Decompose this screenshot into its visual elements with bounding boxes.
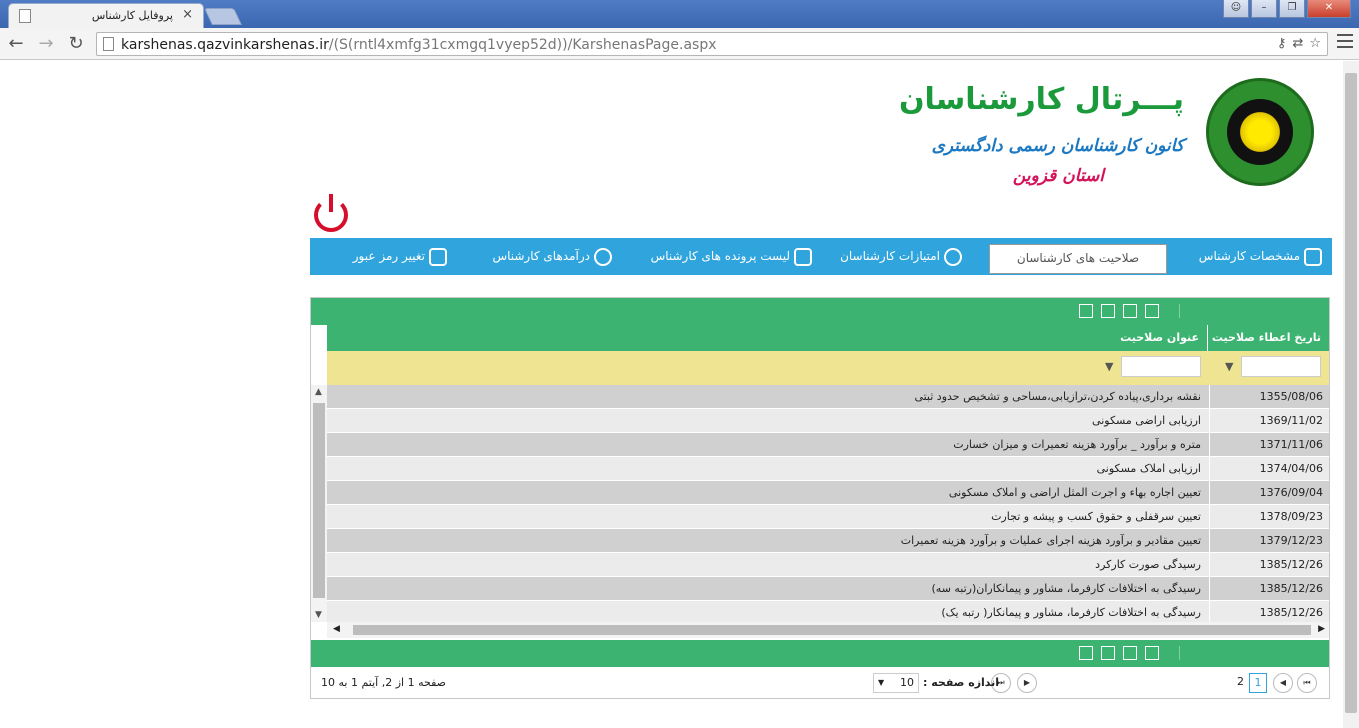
page-size-select[interactable]: ▼ 10: [873, 673, 919, 693]
grid-toolbar: [311, 298, 1329, 325]
page-favicon-icon: [19, 9, 31, 23]
filter-date-input[interactable]: [1241, 356, 1321, 377]
table-row[interactable]: 1385/12/26 رسیدگی به اختلافات کارفرما، مش…: [327, 601, 1329, 622]
filter-title-icon[interactable]: ▼: [1105, 360, 1117, 373]
user-icon[interactable]: ☺: [1223, 0, 1249, 18]
export-csv-icon[interactable]: [1101, 646, 1115, 660]
table-row[interactable]: 1355/08/06 نقشه برداری،پیاده کردن،ترازیاب…: [327, 385, 1329, 409]
grid-filter-row: ▼ ▼: [327, 351, 1329, 385]
browser-tab[interactable]: پروفایل کارشناس ×: [8, 3, 204, 28]
restore-icon[interactable]: ❐: [1279, 0, 1305, 18]
money-hand-icon: [594, 247, 612, 266]
toolbar-separator: [1179, 646, 1180, 660]
user-group-icon: [1304, 247, 1322, 266]
portal-subtitle: کانون کارشناسان رسمی دادگستری: [931, 136, 1184, 156]
next-page-icon[interactable]: ▶: [1017, 673, 1037, 693]
minimize-icon[interactable]: –: [1251, 0, 1277, 18]
tab-title: پروفایل کارشناس: [91, 9, 173, 22]
url-text: karshenas.qazvinkarshenas.ir/(S(rntl4xmf…: [121, 37, 717, 53]
new-tab-button[interactable]: [204, 8, 242, 25]
scroll-right-icon[interactable]: ▶: [1318, 624, 1325, 634]
scroll-left-icon[interactable]: ◀: [333, 624, 340, 634]
table-row[interactable]: 1369/11/02 ارزیابی اراضی مسکونی: [327, 409, 1329, 433]
export-pdf-icon[interactable]: [1123, 304, 1137, 318]
filter-title-input[interactable]: [1121, 356, 1201, 377]
export-pdf-icon[interactable]: [1123, 646, 1137, 660]
menu-item-qualifications[interactable]: صلاحیت های کارشناسان: [989, 244, 1167, 274]
menu-item-profile[interactable]: مشخصات کارشناس: [1199, 238, 1322, 275]
back-arrow-icon[interactable]: ←: [4, 32, 28, 56]
scroll-down-icon[interactable]: ▼: [315, 610, 322, 620]
reload-icon[interactable]: ↻: [64, 32, 88, 56]
grid-body: 1355/08/06 نقشه برداری،پیاده کردن،ترازیاب…: [327, 385, 1329, 622]
page-number-2[interactable]: 2: [1237, 675, 1244, 688]
export-word-icon[interactable]: [1079, 646, 1093, 660]
grid-pager: ⏮ ◀ 1 2 ▶ ⏭ اندازه صفحه : ▼ 10 صفحه 1 از …: [311, 667, 1329, 698]
table-row[interactable]: 1374/04/06 ارزیابی املاک مسکونی: [327, 457, 1329, 481]
column-header-title[interactable]: عنوان صلاحیت: [327, 325, 1207, 351]
prev-page-icon[interactable]: ◀: [1273, 673, 1293, 693]
key-icon[interactable]: ⚷: [1277, 36, 1287, 51]
dropdown-arrow-icon: ▼: [878, 678, 885, 687]
page-scrollbar[interactable]: [1343, 61, 1359, 728]
books-icon: [794, 247, 812, 266]
page-number-current[interactable]: 1: [1249, 673, 1267, 693]
filter-date-icon[interactable]: ▼: [1225, 360, 1237, 373]
table-row[interactable]: 1385/12/26 رسیدگی به اختلافات کارفرما، مش…: [327, 577, 1329, 601]
page-size-label: اندازه صفحه :: [923, 676, 1000, 689]
menu-item-cases[interactable]: لیست پرونده های کارشناس: [651, 238, 812, 275]
keypad-icon: [429, 247, 447, 266]
logout-power-icon[interactable]: [314, 194, 348, 232]
portal-province: استان قزوین: [1012, 166, 1104, 186]
qualifications-grid: تاریخ اعطاء صلاحیت عنوان صلاحیت ▼ ▼ ▲ ▼ …: [310, 297, 1330, 699]
main-menu: مشخصات کارشناس صلاحیت های کارشناسان امتی…: [310, 238, 1332, 275]
first-page-icon[interactable]: ⏮: [1297, 673, 1317, 693]
export-excel-icon[interactable]: [1145, 304, 1159, 318]
menu-item-income[interactable]: درآمدهای کارشناس: [492, 238, 612, 275]
browser-menu-icon[interactable]: [1337, 34, 1353, 48]
table-row[interactable]: 1376/09/04 تعیین اجاره بهاء و اجرت المثل …: [327, 481, 1329, 505]
browser-toolbar: ← → ↻ karshenas.qazvinkarshenas.ir/(S(rn…: [0, 28, 1359, 60]
grid-vertical-scrollbar[interactable]: ▲ ▼: [311, 385, 327, 622]
kanoon-logo: [1206, 78, 1314, 186]
tab-close-icon[interactable]: ×: [182, 7, 193, 22]
portal-title: پـــرتال کارشناسان: [898, 82, 1184, 117]
flask-icon: [944, 247, 962, 266]
grid-header: تاریخ اعطاء صلاحیت عنوان صلاحیت: [327, 325, 1329, 351]
table-row[interactable]: 1371/11/06 متره و برآورد _ برآورد هزینه ت…: [327, 433, 1329, 457]
column-header-date[interactable]: تاریخ اعطاء صلاحیت: [1207, 325, 1329, 351]
page-icon: [103, 37, 114, 51]
export-word-icon[interactable]: [1079, 304, 1093, 318]
table-row[interactable]: 1379/12/23 تعیین مقادیر و برآورد هزینه اج…: [327, 529, 1329, 553]
menu-item-points[interactable]: امتیازات کارشناسان: [840, 238, 962, 275]
window-close-icon[interactable]: ✕: [1307, 0, 1351, 18]
toolbar-separator: [1179, 304, 1180, 318]
forward-arrow-icon[interactable]: →: [34, 32, 58, 56]
browser-titlebar: پروفایل کارشناس × ☺ – ❐ ✕: [0, 0, 1359, 28]
export-csv-icon[interactable]: [1101, 304, 1115, 318]
address-bar[interactable]: karshenas.qazvinkarshenas.ir/(S(rntl4xmf…: [96, 32, 1328, 56]
scroll-up-icon[interactable]: ▲: [315, 387, 322, 397]
grid-horizontal-scrollbar[interactable]: ◀ ▶: [327, 622, 1329, 638]
grid-footer-toolbar: [311, 640, 1329, 667]
table-row[interactable]: 1378/09/23 تعیین سرقفلی و حقوق کسب و پیشه…: [327, 505, 1329, 529]
menu-item-change-password[interactable]: تغییر رمز عبور: [353, 238, 447, 275]
translate-icon[interactable]: ⇄: [1292, 36, 1303, 51]
export-excel-icon[interactable]: [1145, 646, 1159, 660]
table-row[interactable]: 1385/12/26 رسیدگی صورت کارکرد: [327, 553, 1329, 577]
pager-summary: صفحه 1 از 2, آیتم 1 به 10: [321, 676, 446, 689]
star-icon[interactable]: ☆: [1309, 36, 1321, 51]
